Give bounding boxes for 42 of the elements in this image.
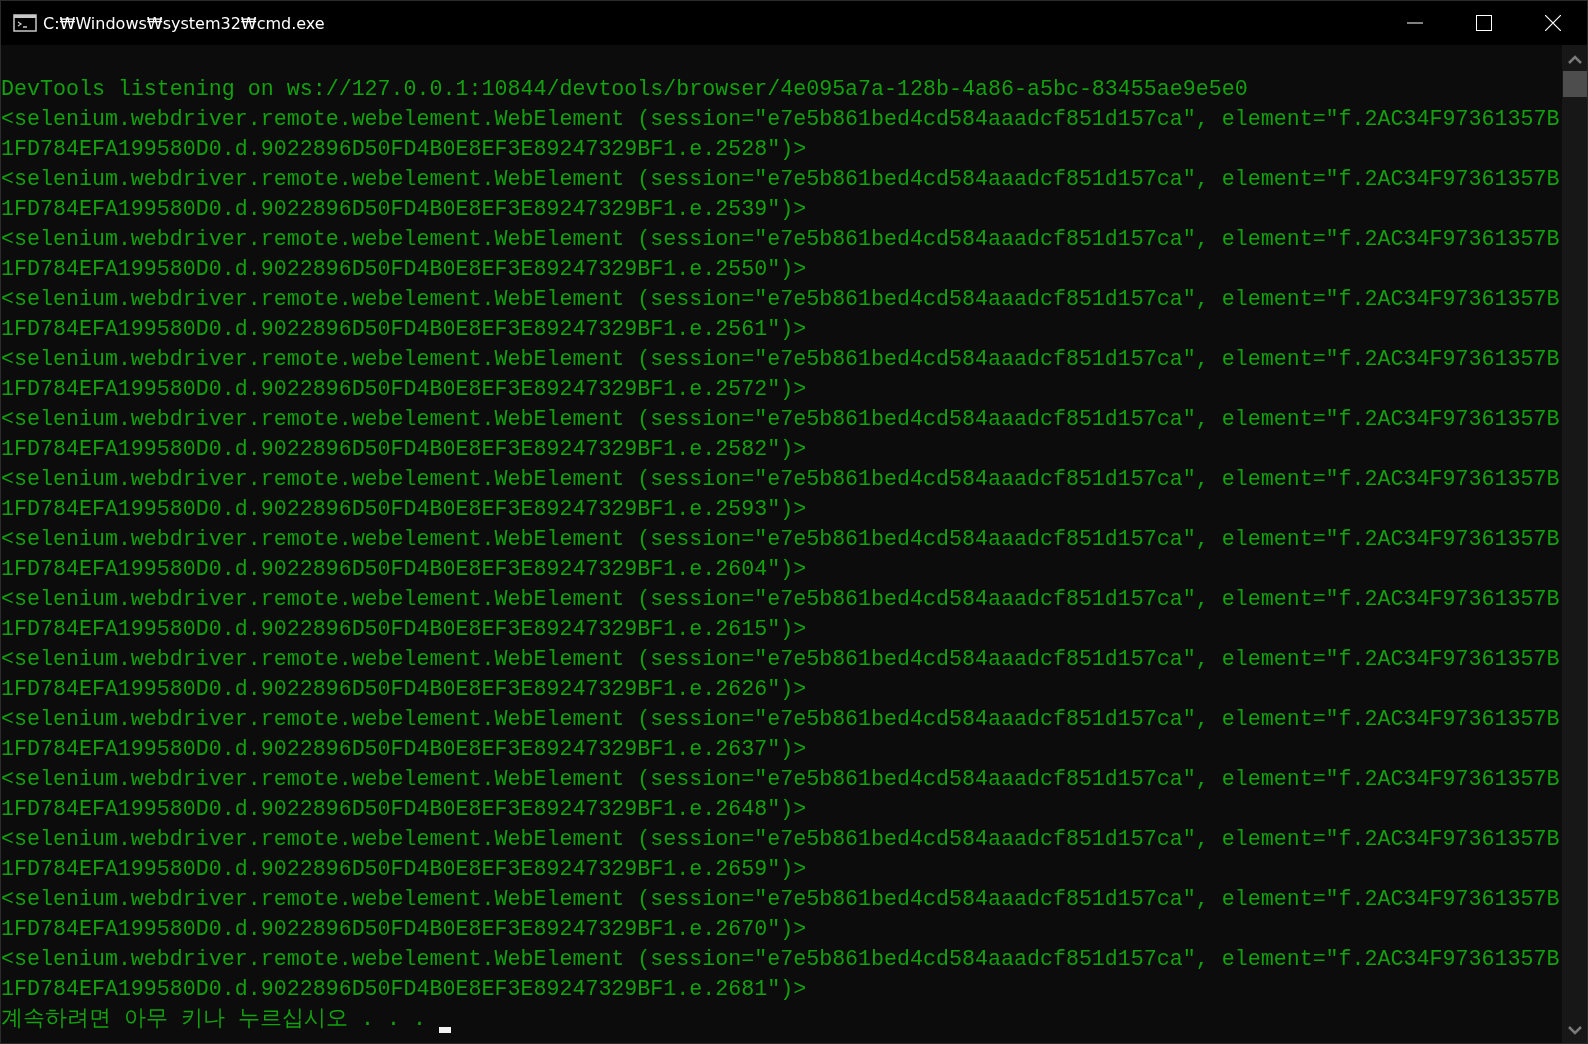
console-line: 1FD784EFA199580D0.d.9022896D50FD4B0E8EF3E89247329BF1.e.2648")> bbox=[1, 797, 807, 822]
scrollbar[interactable] bbox=[1562, 45, 1587, 1043]
scroll-thumb[interactable] bbox=[1562, 71, 1587, 97]
console-icon bbox=[13, 14, 37, 32]
close-icon bbox=[1544, 15, 1561, 31]
maximize-icon bbox=[1475, 15, 1492, 31]
console-line: 1FD784EFA199580D0.d.9022896D50FD4B0E8EF3E89247329BF1.e.2593")> bbox=[1, 497, 807, 522]
console-line: 1FD784EFA199580D0.d.9022896D50FD4B0E8EF3E89247329BF1.e.2572")> bbox=[1, 377, 807, 402]
console-line: 1FD784EFA199580D0.d.9022896D50FD4B0E8EF3E89247329BF1.e.2626")> bbox=[1, 677, 807, 702]
console-line: 1FD784EFA199580D0.d.9022896D50FD4B0E8EF3E89247329BF1.e.2615")> bbox=[1, 617, 807, 642]
console-line: <selenium.webdriver.remote.webelement.WebElement (session="e7e5b861bed4cd584aaadcf851d157ca", element="f.2AC34F97361357B bbox=[1, 647, 1560, 672]
console-line: 1FD784EFA199580D0.d.9022896D50FD4B0E8EF3E89247329BF1.e.2637")> bbox=[1, 737, 807, 762]
window-title: C:₩Windows₩system32₩cmd.exe bbox=[43, 13, 325, 33]
console-line: <selenium.webdriver.remote.webelement.WebElement (session="e7e5b861bed4cd584aaadcf851d157ca", element="f.2AC34F97361357B bbox=[1, 827, 1560, 852]
minimize-icon bbox=[1406, 22, 1423, 24]
console-line: <selenium.webdriver.remote.webelement.WebElement (session="e7e5b861bed4cd584aaadcf851d157ca", element="f.2AC34F97361357B bbox=[1, 167, 1560, 192]
console-line: <selenium.webdriver.remote.webelement.WebElement (session="e7e5b861bed4cd584aaadcf851d157ca", element="f.2AC34F97361357B bbox=[1, 287, 1560, 312]
scroll-down-icon[interactable] bbox=[1567, 1025, 1582, 1035]
console-line: <selenium.webdriver.remote.webelement.WebElement (session="e7e5b861bed4cd584aaadcf851d157ca", element="f.2AC34F97361357B bbox=[1, 347, 1560, 372]
console-line: <selenium.webdriver.remote.webelement.WebElement (session="e7e5b861bed4cd584aaadcf851d157ca", element="f.2AC34F97361357B bbox=[1, 227, 1560, 252]
scroll-up-icon[interactable] bbox=[1567, 55, 1582, 65]
console-line: 1FD784EFA199580D0.d.9022896D50FD4B0E8EF3E89247329BF1.e.2670")> bbox=[1, 917, 807, 942]
console-line: 1FD784EFA199580D0.d.9022896D50FD4B0E8EF3E89247329BF1.e.2561")> bbox=[1, 317, 807, 342]
console-line: <selenium.webdriver.remote.webelement.WebElement (session="e7e5b861bed4cd584aaadcf851d157ca", element="f.2AC34F97361357B bbox=[1, 107, 1560, 132]
console-line: 1FD784EFA199580D0.d.9022896D50FD4B0E8EF3E89247329BF1.e.2681")> bbox=[1, 977, 807, 1002]
console-line: <selenium.webdriver.remote.webelement.WebElement (session="e7e5b861bed4cd584aaadcf851d157ca", element="f.2AC34F97361357B bbox=[1, 947, 1560, 972]
console-line: <selenium.webdriver.remote.webelement.WebElement (session="e7e5b861bed4cd584aaadcf851d157ca", element="f.2AC34F97361357B bbox=[1, 467, 1560, 492]
text-cursor bbox=[438, 1027, 451, 1033]
console-line: 1FD784EFA199580D0.d.9022896D50FD4B0E8EF3E89247329BF1.e.2604")> bbox=[1, 557, 807, 582]
console-prompt: 계속하려면 아무 키나 누르십시오 . . . bbox=[1, 1006, 426, 1034]
console-line: 1FD784EFA199580D0.d.9022896D50FD4B0E8EF3E89247329BF1.e.2528")> bbox=[1, 137, 807, 162]
console-line: <selenium.webdriver.remote.webelement.WebElement (session="e7e5b861bed4cd584aaadcf851d157ca", element="f.2AC34F97361357B bbox=[1, 407, 1560, 432]
console-line: <selenium.webdriver.remote.webelement.WebElement (session="e7e5b861bed4cd584aaadcf851d157ca", element="f.2AC34F97361357B bbox=[1, 527, 1560, 552]
console-line: 1FD784EFA199580D0.d.9022896D50FD4B0E8EF3E89247329BF1.e.2539")> bbox=[1, 197, 807, 222]
console-line: DevTools listening on ws://127.0.0.1:10844/devtools/browser/4e095a7a-128b-4a86-a5bc-83455ae9e5e0 bbox=[1, 77, 1248, 102]
console-line: 1FD784EFA199580D0.d.9022896D50FD4B0E8EF3E89247329BF1.e.2550")> bbox=[1, 257, 807, 282]
console-line: <selenium.webdriver.remote.webelement.WebElement (session="e7e5b861bed4cd584aaadcf851d157ca", element="f.2AC34F97361357B bbox=[1, 887, 1560, 912]
console-line: 1FD784EFA199580D0.d.9022896D50FD4B0E8EF3E89247329BF1.e.2659")> bbox=[1, 857, 807, 882]
console-line: <selenium.webdriver.remote.webelement.WebElement (session="e7e5b861bed4cd584aaadcf851d157ca", element="f.2AC34F97361357B bbox=[1, 767, 1560, 792]
console-line: <selenium.webdriver.remote.webelement.WebElement (session="e7e5b861bed4cd584aaadcf851d157ca", element="f.2AC34F97361357B bbox=[1, 587, 1560, 612]
console-line: <selenium.webdriver.remote.webelement.WebElement (session="e7e5b861bed4cd584aaadcf851d157ca", element="f.2AC34F97361357B bbox=[1, 707, 1560, 732]
console-line: 1FD784EFA199580D0.d.9022896D50FD4B0E8EF3E89247329BF1.e.2582")> bbox=[1, 437, 807, 462]
